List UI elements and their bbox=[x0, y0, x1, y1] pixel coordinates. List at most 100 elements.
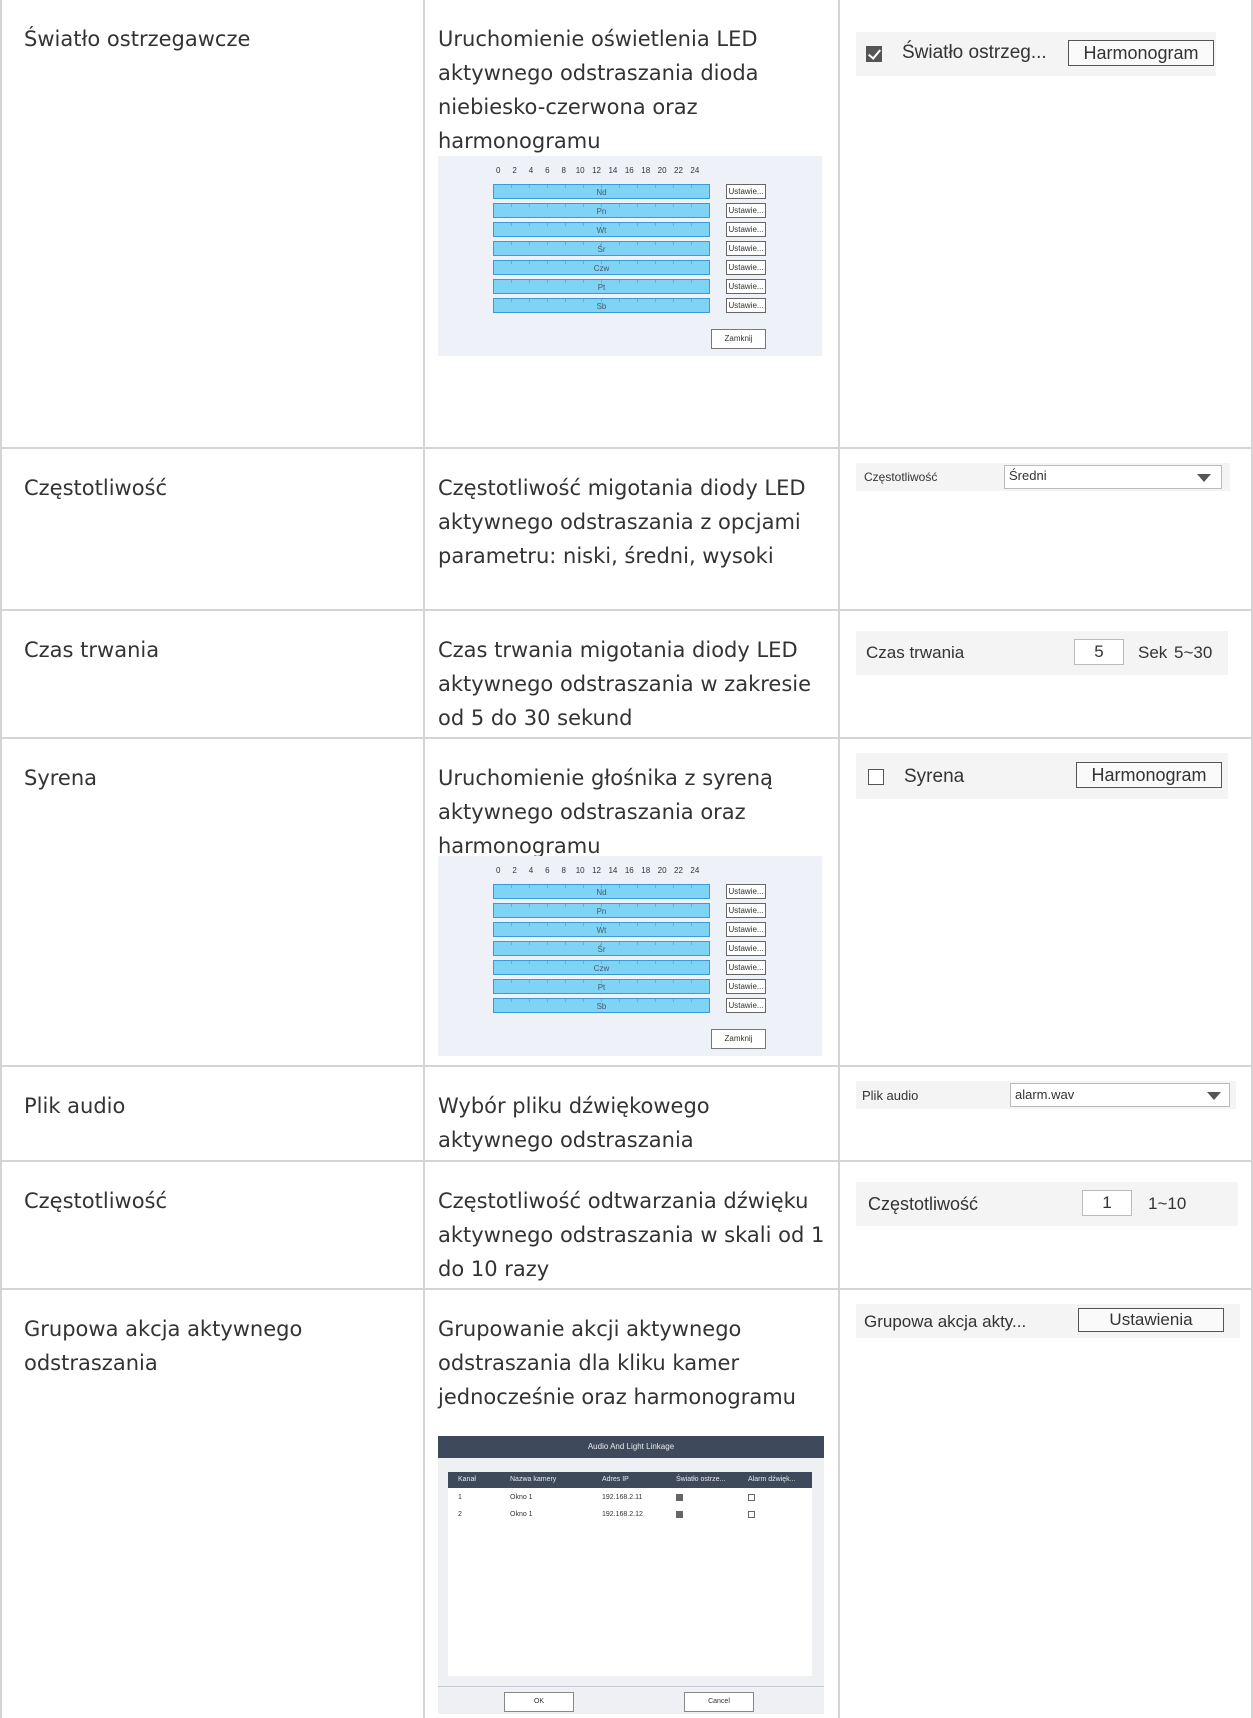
hour-tick-label: 8 bbox=[561, 866, 566, 875]
hour-tick-label: 16 bbox=[624, 866, 634, 875]
row-description: Częstotliwość migotania diody LED aktywn… bbox=[438, 476, 806, 568]
siren-schedule-button[interactable]: Harmonogram bbox=[1076, 762, 1222, 788]
audio-frequency-range: 1~10 bbox=[1148, 1194, 1187, 1213]
table-row: Światło ostrzegawcze Uruchomienie oświet… bbox=[0, 0, 1253, 449]
day-schedule-bar[interactable]: Nd bbox=[493, 884, 710, 899]
schedule-close-button[interactable]: Zamknij bbox=[711, 1029, 766, 1049]
hour-tick-label: 18 bbox=[641, 866, 651, 875]
row-name: Częstotliwość bbox=[24, 1189, 168, 1213]
hour-tick-label: 22 bbox=[674, 866, 683, 875]
day-schedule-bar[interactable]: Nd bbox=[493, 184, 710, 199]
group-action-settings-button[interactable]: Ustawienia bbox=[1078, 1308, 1224, 1332]
day-settings-button[interactable]: Ustawie... bbox=[726, 979, 766, 994]
day-settings-button[interactable]: Ustawie... bbox=[726, 184, 766, 199]
row-name: Częstotliwość bbox=[24, 476, 168, 500]
hour-tick-label: 6 bbox=[545, 866, 550, 875]
table-row: Syrena Uruchomienie głośnika z syreną ak… bbox=[0, 739, 1253, 1067]
schedule-close-button[interactable]: Zamknij bbox=[711, 329, 766, 349]
day-schedule-bar[interactable]: Pn bbox=[493, 203, 710, 218]
day-settings-button[interactable]: Ustawie... bbox=[726, 203, 766, 218]
warning-light-label: Światło ostrzeg... bbox=[902, 42, 1047, 63]
day-schedule-bar[interactable]: Wt bbox=[493, 222, 710, 237]
duration-unit: Sek bbox=[1138, 643, 1168, 662]
day-schedule-bar[interactable]: Śr bbox=[493, 241, 710, 256]
siren-checkbox[interactable] bbox=[868, 769, 884, 785]
day-settings-button[interactable]: Ustawie... bbox=[726, 941, 766, 956]
table-row: 1 Okno 1 192.168.2.11 bbox=[448, 1491, 812, 1505]
hour-tick-label: 4 bbox=[528, 166, 534, 175]
day-settings-button[interactable]: Ustawie... bbox=[726, 260, 766, 275]
duration-range: 5~30 bbox=[1174, 643, 1213, 662]
led-frequency-select[interactable]: Średni bbox=[1004, 465, 1222, 489]
column-header: Adres IP bbox=[602, 1476, 629, 1483]
day-schedule-bar[interactable]: Śr bbox=[493, 941, 710, 956]
day-settings-button[interactable]: Ustawie... bbox=[726, 960, 766, 975]
column-header: Światło ostrze... bbox=[676, 1476, 726, 1483]
day-schedule-bar[interactable]: Czw bbox=[493, 260, 710, 275]
day-settings-button[interactable]: Ustawie... bbox=[726, 279, 766, 294]
column-header: Alarm dźwięk... bbox=[748, 1476, 796, 1483]
day-schedule-bar[interactable]: Czw bbox=[493, 960, 710, 975]
hour-tick-label: 22 bbox=[674, 166, 683, 175]
hour-tick-label: 2 bbox=[512, 866, 517, 875]
audio-file-control: Plik audio alarm.wav bbox=[856, 1081, 1236, 1109]
schedule-hours: 0 2 4 6 8 10 12 14 16 18 20 22 24 bbox=[490, 866, 703, 875]
day-settings-button[interactable]: Ustawie... bbox=[726, 922, 766, 937]
ok-button[interactable]: OK bbox=[504, 1692, 574, 1712]
day-settings-button[interactable]: Ustawie... bbox=[726, 298, 766, 313]
sound-checkbox[interactable] bbox=[748, 1494, 755, 1501]
ip-cell: 192.168.2.11 bbox=[602, 1494, 643, 1501]
row-description: Grupowanie akcji aktywnego odstraszania … bbox=[438, 1317, 796, 1409]
table-row: Częstotliwość Częstotliwość odtwarzania … bbox=[0, 1162, 1253, 1290]
siren-control: Syrena Harmonogram bbox=[856, 753, 1228, 799]
day-settings-button[interactable]: Ustawie... bbox=[726, 998, 766, 1013]
day-schedule-bar[interactable]: Sb bbox=[493, 998, 710, 1013]
schedule-dialog: 0 2 4 6 8 10 12 14 16 18 20 22 24 Nd Ustawie... Pn Usta… bbox=[438, 156, 822, 356]
ip-cell: 192.168.2.12 bbox=[602, 1511, 643, 1518]
schedule-dialog: 0 2 4 6 8 10 12 14 16 18 20 22 24 Nd Ustawie... Pn Usta… bbox=[438, 856, 822, 1056]
row-name: Światło ostrzegawcze bbox=[24, 27, 251, 51]
cancel-button[interactable]: Cancel bbox=[684, 1692, 754, 1712]
linkage-dialog: Audio And Light Linkage Kanał Nazwa kame… bbox=[438, 1436, 824, 1714]
hour-tick-label: 8 bbox=[561, 166, 566, 175]
column-header: Nazwa kamery bbox=[510, 1476, 557, 1483]
led-frequency-control: Częstotliwość Średni bbox=[856, 463, 1230, 491]
row-description: Uruchomienie głośnika z syreną aktywnego… bbox=[438, 766, 773, 858]
light-checkbox[interactable] bbox=[676, 1494, 683, 1501]
day-settings-button[interactable]: Ustawie... bbox=[726, 884, 766, 899]
warning-light-checkbox[interactable] bbox=[866, 46, 882, 62]
warning-light-schedule-button[interactable]: Harmonogram bbox=[1068, 40, 1214, 66]
hour-tick-label: 4 bbox=[528, 866, 534, 875]
led-frequency-value: Średni bbox=[1009, 468, 1047, 483]
row-description: Czas trwania migotania diody LED aktywne… bbox=[438, 638, 812, 730]
day-settings-button[interactable]: Ustawie... bbox=[726, 222, 766, 237]
group-action-label: Grupowa akcja akty... bbox=[864, 1312, 1027, 1331]
audio-frequency-label: Częstotliwość bbox=[868, 1194, 979, 1214]
row-name: Czas trwania bbox=[24, 638, 160, 662]
day-settings-button[interactable]: Ustawie... bbox=[726, 241, 766, 256]
hour-tick-label: 2 bbox=[512, 166, 517, 175]
day-schedule-bar[interactable]: Pt bbox=[493, 279, 710, 294]
sound-checkbox[interactable] bbox=[748, 1511, 755, 1518]
day-settings-button[interactable]: Ustawie... bbox=[726, 903, 766, 918]
audio-file-select[interactable]: alarm.wav bbox=[1010, 1083, 1230, 1107]
schedule-hours: 0 2 4 6 8 10 12 14 16 18 20 22 24 bbox=[490, 166, 703, 175]
light-checkbox[interactable] bbox=[676, 1511, 683, 1518]
day-schedule-bar[interactable]: Wt bbox=[493, 922, 710, 937]
channel-cell: 1 bbox=[458, 1494, 462, 1501]
duration-input[interactable]: 5 bbox=[1074, 639, 1124, 665]
linkage-table: Kanał Nazwa kamery Adres IP Światło ostr… bbox=[448, 1472, 812, 1676]
column-header: Kanał bbox=[458, 1476, 476, 1483]
row-description: Wybór pliku dźwiękowego aktywnego odstra… bbox=[438, 1094, 710, 1152]
hour-tick-label: 0 bbox=[495, 866, 501, 875]
day-schedule-bar[interactable]: Pn bbox=[493, 903, 710, 918]
hour-tick-label: 24 bbox=[690, 866, 700, 875]
hour-tick-label: 14 bbox=[608, 166, 618, 175]
hour-tick-label: 12 bbox=[592, 166, 601, 175]
day-schedule-bar[interactable]: Pt bbox=[493, 979, 710, 994]
audio-frequency-input[interactable]: 1 bbox=[1082, 1190, 1132, 1216]
table-row: 2 Okno 1 192.168.2.12 bbox=[448, 1508, 812, 1522]
audio-file-value: alarm.wav bbox=[1015, 1087, 1075, 1102]
duration-label: Czas trwania bbox=[866, 643, 965, 662]
day-schedule-bar[interactable]: Sb bbox=[493, 298, 710, 313]
